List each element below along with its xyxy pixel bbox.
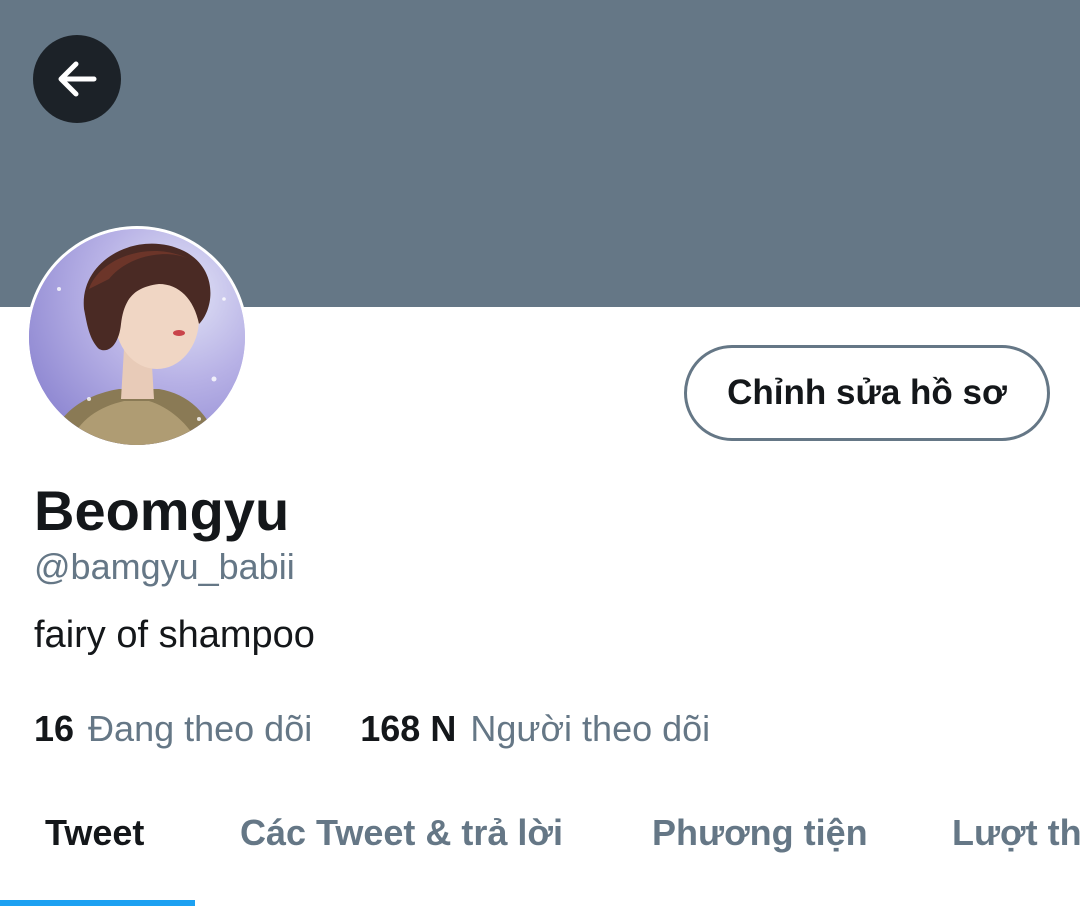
tab-tweets[interactable]: Tweet [45, 812, 144, 854]
tab-likes[interactable]: Lượt thích [952, 812, 1080, 854]
profile-tabs: Tweet Các Tweet & trả lời Phương tiện Lư… [0, 790, 1080, 906]
tab-media[interactable]: Phương tiện [652, 812, 868, 854]
user-handle: @bamgyu_babii [34, 546, 295, 587]
following-stat[interactable]: 16 Đang theo dõi [34, 708, 312, 750]
followers-label: Người theo dõi [470, 708, 711, 749]
edit-profile-button[interactable]: Chỉnh sửa hồ sơ [684, 345, 1050, 441]
display-name: Beomgyu [34, 479, 290, 542]
following-label: Đang theo dõi [88, 708, 313, 749]
bio: fairy of shampoo [34, 614, 315, 656]
tab-tweets-replies[interactable]: Các Tweet & trả lời [240, 812, 563, 854]
followers-count: 168 N [360, 708, 457, 749]
active-tab-indicator [0, 900, 195, 906]
avatar[interactable] [26, 226, 248, 448]
profile-photo [29, 229, 245, 445]
follow-stats: 16 Đang theo dõi 168 N Người theo dõi [34, 708, 710, 750]
followers-stat[interactable]: 168 N Người theo dõi [360, 708, 710, 750]
arrow-left-icon [52, 54, 102, 104]
back-button[interactable] [33, 35, 121, 123]
following-count: 16 [34, 708, 75, 749]
